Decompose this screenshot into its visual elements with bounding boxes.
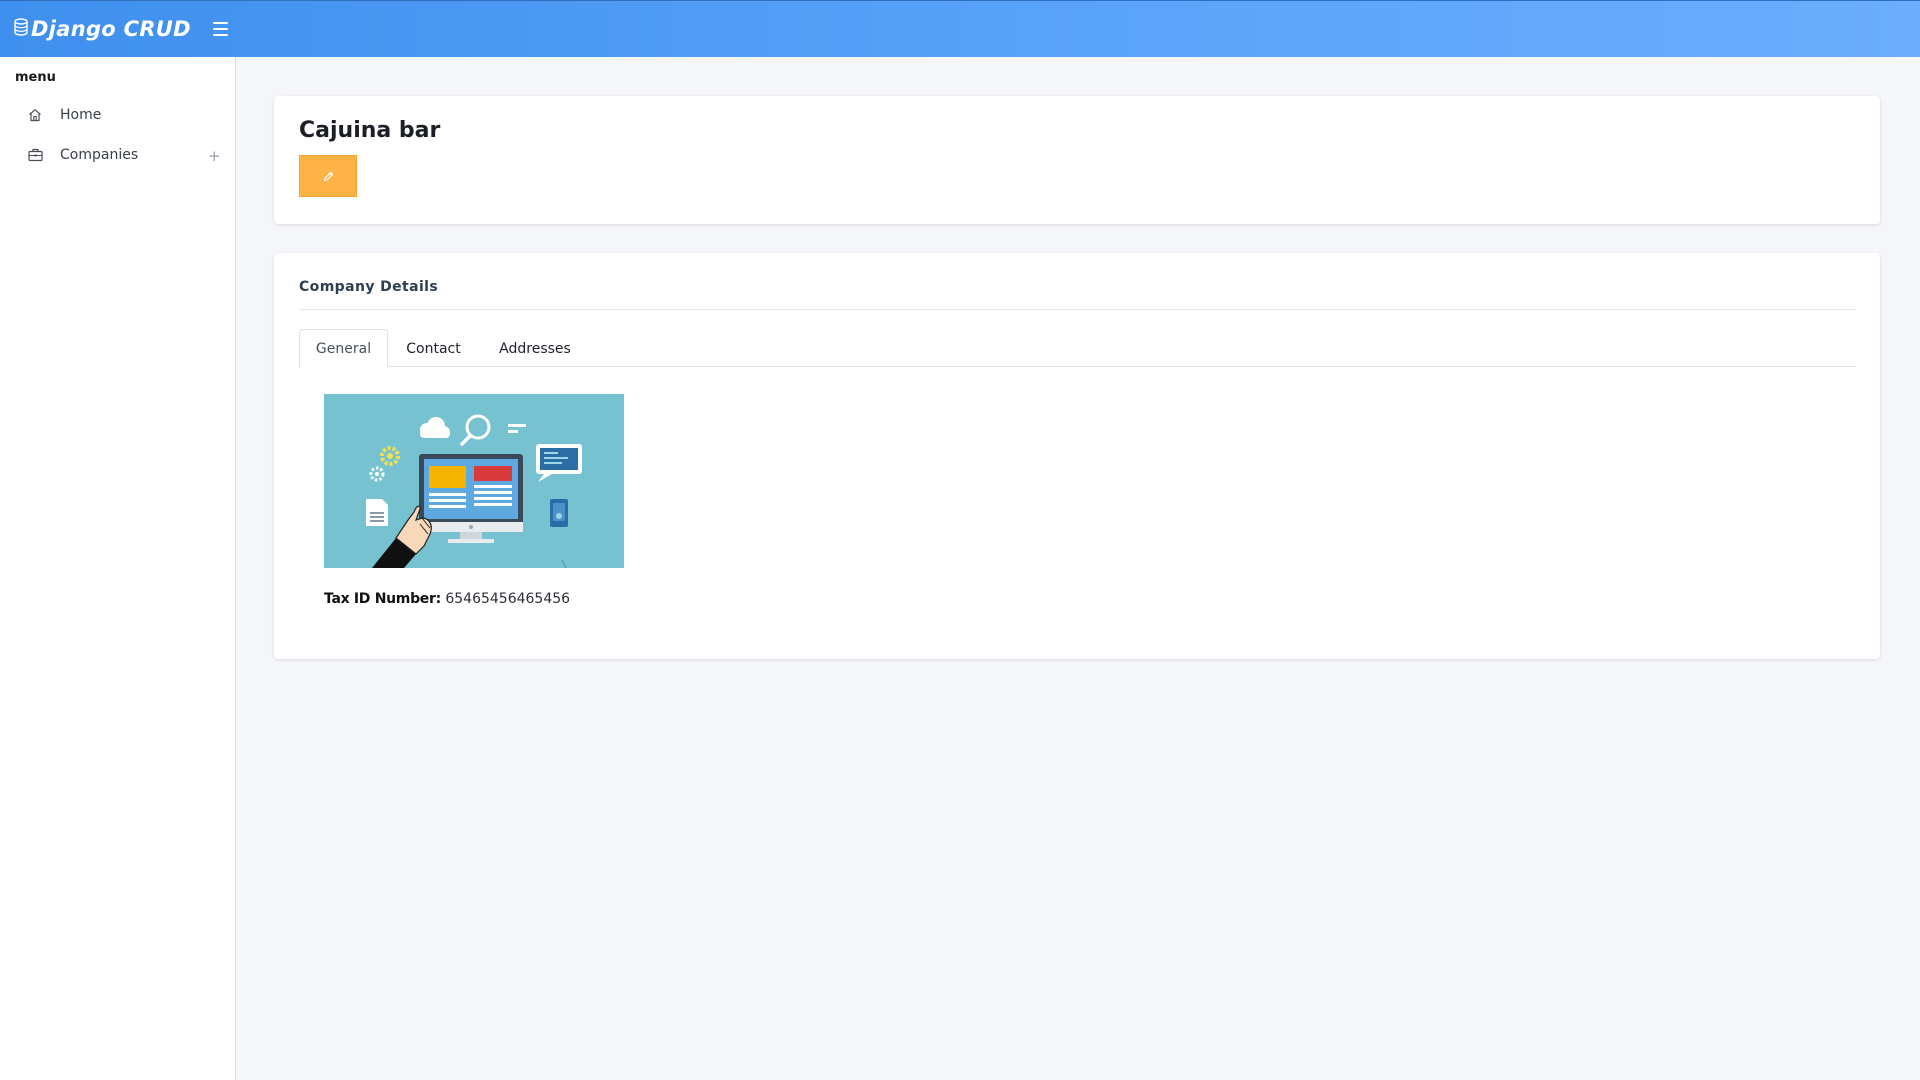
- sidebar-item-label: Companies: [60, 147, 139, 163]
- sidebar-item-home[interactable]: Home: [0, 97, 236, 133]
- page-title: Cajuina bar: [299, 118, 441, 143]
- tax-id-label: Tax ID Number:: [324, 591, 441, 607]
- sidebar-heading: menu: [15, 70, 56, 85]
- database-icon: [13, 18, 31, 40]
- company-image: [324, 394, 624, 568]
- section-title: Company Details: [299, 279, 439, 295]
- plus-icon[interactable]: +: [208, 147, 221, 165]
- sidebar-item-label: Home: [60, 107, 102, 123]
- divider: [299, 309, 1856, 310]
- brand[interactable]: Django CRUD: [13, 17, 191, 41]
- tax-id-row: Tax ID Number: 65465456465456: [324, 591, 570, 607]
- home-icon: [27, 107, 43, 123]
- company-header-card: Cajuina bar: [274, 96, 1880, 224]
- edit-button[interactable]: [299, 155, 357, 197]
- pencil-icon: [323, 167, 334, 186]
- sidebar-item-companies[interactable]: Companies +: [0, 137, 236, 173]
- tab-contact[interactable]: Contact: [388, 329, 479, 368]
- top-navbar: Django CRUD: [0, 0, 1920, 57]
- briefcase-icon: [27, 147, 43, 163]
- sidebar: menu Home Companies +: [0, 57, 236, 1080]
- tax-id-value: 65465456465456: [445, 591, 571, 607]
- brand-title: Django CRUD: [31, 17, 191, 41]
- tab-bar: General Contact Addresses: [299, 329, 1856, 368]
- company-details-card: Company Details General Contact Addresse…: [274, 253, 1880, 659]
- tab-addresses[interactable]: Addresses: [479, 329, 591, 368]
- hamburger-icon[interactable]: [212, 18, 235, 40]
- tab-general[interactable]: General: [299, 329, 388, 368]
